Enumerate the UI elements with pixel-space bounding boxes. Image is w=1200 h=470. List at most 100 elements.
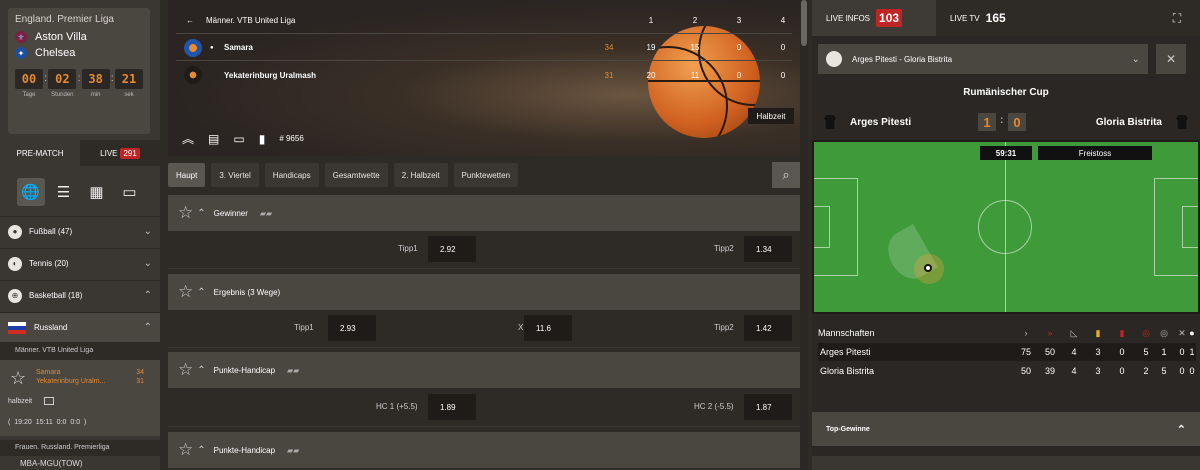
dangerous-attack-icon: » [1047,328,1053,338]
market-header[interactable]: ☆ ⌃ Ergebnis (3 Wege) [168,274,800,310]
odds-button[interactable]: 2.93 [328,315,376,341]
featured-league: England. Premier Liga [15,14,114,25]
countdown-minutes: 38 [81,69,110,89]
odds-button[interactable]: 2.92 [428,236,476,262]
tab-gesamtwette[interactable]: Gesamtwette [324,163,388,187]
hero-toolbar: ︽ ▤ ▭ ▮ # 9656 [182,130,304,147]
odds-button[interactable]: 11.6 [524,315,572,341]
market-header[interactable]: ☆ ⌃ Gewinner ▰▰ [168,195,800,231]
team-logo-icon [184,66,202,84]
chevron-down-icon: ⌄ [143,258,152,269]
tab-punktewetten[interactable]: Punktewetten [453,163,519,187]
stats-table: Mannschaften › » ◺ ▮ ▮ ◎ ◎ ✕ ● Arges Pit… [812,324,1200,384]
league-header: Männer. VTB United Liga [0,342,160,360]
app: England. Premier Liga ⚜ Aston Villa ✦ Chel… [0,0,1200,470]
period-scores: ( 19:20 15:11 0:0 0:0 ) [8,419,87,426]
scrollbar-thumb[interactable] [801,0,807,46]
match-status-badge: Halbzeit [748,108,794,124]
pin-button[interactable]: ✕ [1156,44,1186,74]
featured-team-1: ⚜ Aston Villa [15,31,143,43]
league-header-2: Frauen. Russland. Premierliga [0,440,160,456]
featured-team-2: ✦ Chelsea [15,47,143,59]
countdown-hours: 02 [48,69,77,89]
favorite-star-icon[interactable]: ☆ [178,203,193,223]
collapse-icon[interactable]: ︽ [182,130,194,147]
market-header[interactable]: ☆ ⌃ Punkte-Handicap ▰▰ [168,352,800,388]
scoreboard-league: Männer. VTB United Liga [206,16,296,25]
prematch-tab[interactable]: PRE-MATCH [0,140,80,166]
info-icon: ▰▰ [287,445,300,455]
fullscreen-icon[interactable]: ⛶ [1164,6,1190,30]
home-score: 1 [978,113,996,131]
chevron-up-icon: ⌃ [143,322,152,333]
globe-icon[interactable]: 🌐 [16,178,45,206]
odds-button[interactable]: 1.89 [428,394,476,420]
match-event: Freistoss [1038,146,1152,160]
stats-row-home: Arges Pitesti 75 50 4 3 0 5 1 0 1 [818,343,1196,361]
russia-flag-icon [8,321,26,334]
scoreboard-icon[interactable]: ▤ [208,132,219,146]
list-icon[interactable]: ☰ [50,178,78,206]
team-crest-icon: ⚜ [15,31,27,43]
scrollbar[interactable] [800,0,808,470]
sport-basketball[interactable]: ⊕ Basketball (18) ⌃ [0,280,160,310]
sport-football[interactable]: ● Fußball (47) ⌄ [0,216,160,246]
view-icons: 🌐 ☰ ▦ ▭ [0,172,160,212]
market-header[interactable]: ☆ ⌃ Punkte-Handicap ▰▰ [168,432,800,468]
live-match-item[interactable]: ☆ Samara Yekaterinburg Uralm... 34 31 halb… [0,360,160,436]
match-status: halbzeit [8,398,33,405]
monitor-icon[interactable]: ▭ [233,132,244,146]
top-wins-content [812,456,1200,470]
tab-live-tv[interactable]: LIVE TV 165 [936,0,1020,36]
favorite-star-icon[interactable]: ☆ [10,368,26,389]
stats-icon[interactable]: ▮ [259,132,266,146]
info-icon: ▰▰ [259,208,273,218]
chevron-up-icon: ⌃ [197,444,206,456]
scoreboard-icon[interactable]: ▦ [83,178,111,206]
serve-dot-icon: ● [210,44,214,51]
favorite-star-icon[interactable]: ☆ [178,440,193,460]
featured-match-card[interactable]: England. Premier Liga ⚜ Aston Villa ✦ Chel… [8,8,150,134]
left-sidebar: England. Premier Liga ⚜ Aston Villa ✦ Chel… [0,0,160,470]
search-button[interactable]: ⌕ [772,162,800,188]
live-tab[interactable]: LIVE 291 [80,140,160,166]
football-icon [826,51,842,67]
goal-ball-icon: ● [1189,328,1195,338]
info-icon: ▰▰ [287,365,300,375]
live-count-badge: 291 [120,147,140,159]
odds-button[interactable]: 1.34 [744,236,792,262]
mode-switch: PRE-MATCH LIVE 291 [0,140,160,166]
shot-off-target-icon: ◎ [1160,327,1168,338]
tab-3-viertel[interactable]: 3. Viertel [211,163,259,187]
monitor-icon[interactable]: ▭ [116,178,144,206]
stats-row-away: Gloria Bistrita 50 39 4 3 0 2 5 0 0 [820,366,1195,376]
team-crest-icon: ✦ [15,47,27,59]
tab-haupt[interactable]: Haupt [168,163,206,187]
tab-handicaps[interactable]: Handicaps [264,163,319,187]
next-match-item[interactable]: MBA-MGU(TOW) [20,459,83,468]
tab-live-infos[interactable]: LIVE INFOS 103 [812,0,936,36]
favorite-star-icon[interactable]: ☆ [178,282,193,302]
favorite-star-icon[interactable]: ☆ [178,360,193,380]
football-icon: ● [8,224,22,239]
tennis-icon: ◐ [8,256,22,271]
away-team: Gloria Bistrita [1095,116,1162,128]
search-icon: ⌕ [782,167,790,182]
odds-button[interactable]: 1.42 [744,315,792,341]
back-arrow-icon[interactable]: ← [186,16,194,25]
home-shirt-icon [824,115,836,129]
chevron-up-icon: ⌃ [197,364,206,376]
scoreboard-team-1: ● Samara 34 19 15 0 0 [176,35,792,61]
live-infos-count: 103 [876,9,903,27]
match-select[interactable]: Arges Pitesti - Gloria Bistrita ⌄ [818,44,1148,74]
top-wins-header[interactable]: Top-Gewinne ⌃ [812,412,1200,446]
odds-button[interactable]: 1.87 [744,394,792,420]
market-tabs: Haupt 3. Viertel Handicaps Gesamtwette 2… [168,162,800,188]
team-logo-icon [184,38,202,57]
match-clock: 59:31 [980,146,1032,160]
tab-2-halbzeit[interactable]: 2. Halbzeit [393,163,448,187]
sport-tennis[interactable]: ◐ Tennis (20) ⌄ [0,248,160,278]
match-score-row: Arges Pitesti 1 : 0 Gloria Bistrita [812,110,1200,134]
odds-row: HC 1 (+5.5) 1.89 HC 2 (-5.5) 1.87 [168,389,800,427]
country-russia[interactable]: Russland ⌃ [0,312,160,342]
